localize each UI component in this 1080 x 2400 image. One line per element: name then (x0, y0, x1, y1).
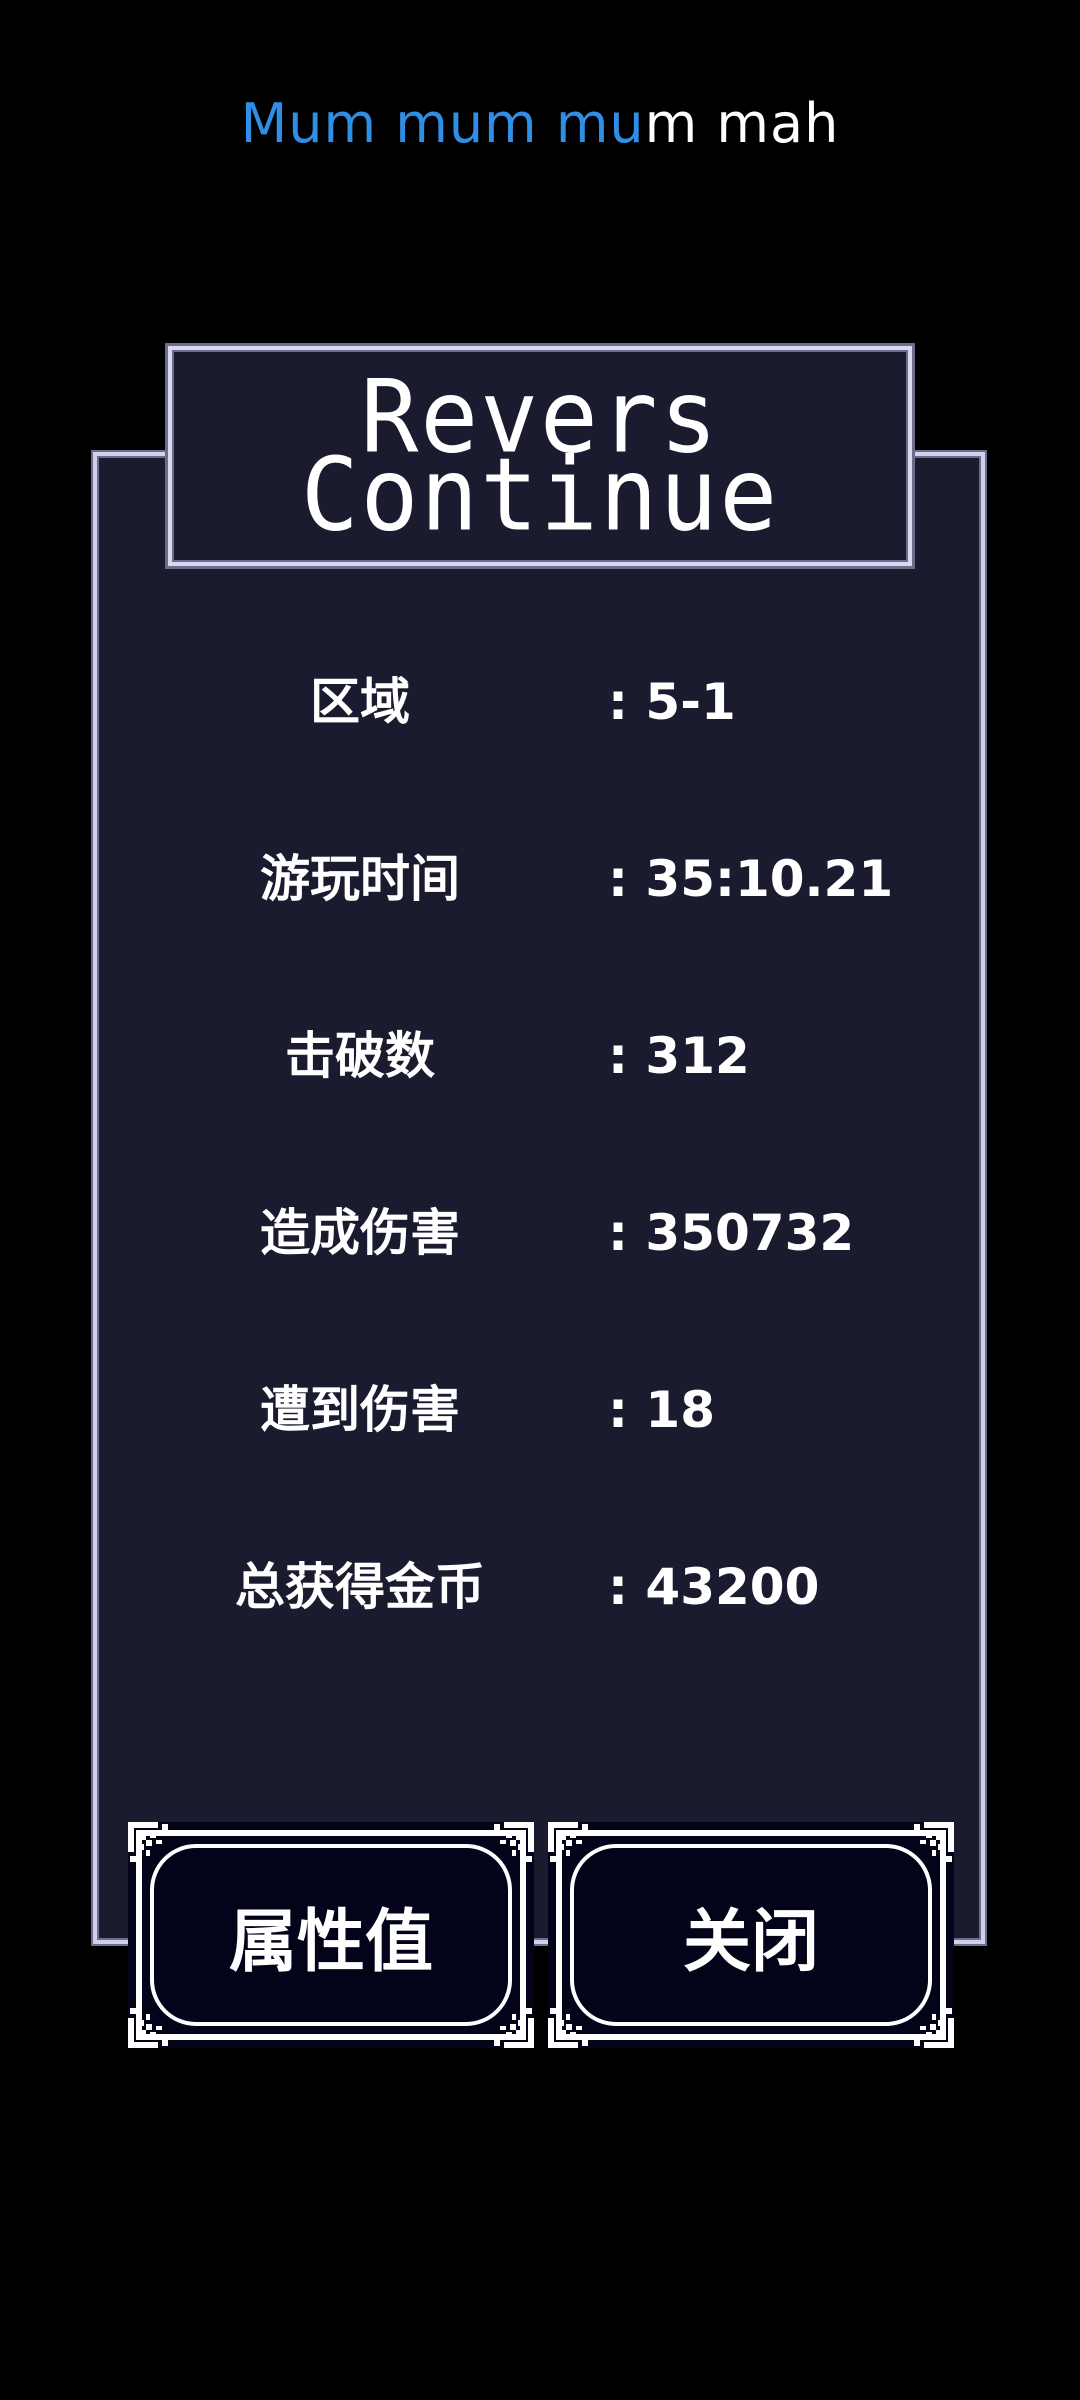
stat-label: 击破数 (285, 1027, 435, 1085)
title-box: Revers Continue (168, 346, 912, 566)
stat-row-playtime: 游玩时间 : 35:10.21 (0, 839, 1080, 919)
stat-label: 遭到伤害 (260, 1381, 460, 1439)
stat-row-total-gold: 总获得金币 : 43200 (0, 1547, 1080, 1627)
lyric-banner: Mum mum mum mah (0, 92, 1080, 155)
stat-row-damage-dealt: 造成伤害 : 350732 (0, 1193, 1080, 1273)
stat-row-damage-taken: 遭到伤害 : 18 (0, 1370, 1080, 1450)
lyric-rest: m mah (644, 92, 840, 155)
attributes-button-label: 属性值 (228, 1902, 433, 1982)
stat-row-kills: 击破数 : 312 (0, 1016, 1080, 1096)
stat-label: 区域 (310, 673, 410, 731)
stat-label: 总获得金币 (235, 1558, 485, 1616)
stat-value: : 350732 (608, 1204, 855, 1262)
stat-label: 游玩时间 (260, 850, 460, 908)
stat-value: : 5-1 (608, 673, 736, 731)
close-button[interactable]: 关闭 (548, 1822, 954, 2048)
stat-value: : 18 (608, 1381, 715, 1439)
close-button-label: 关闭 (682, 1902, 819, 1982)
lyric-highlighted: Mum mum mu (240, 92, 645, 155)
stat-value: : 43200 (608, 1558, 820, 1616)
attributes-button[interactable]: 属性值 (128, 1822, 534, 2048)
stat-value: : 312 (608, 1027, 750, 1085)
stat-row-area: 区域 : 5-1 (0, 662, 1080, 742)
stat-label: 造成伤害 (260, 1204, 460, 1262)
stat-value: : 35:10.21 (608, 850, 894, 908)
title-line-2: Continue (300, 436, 780, 554)
